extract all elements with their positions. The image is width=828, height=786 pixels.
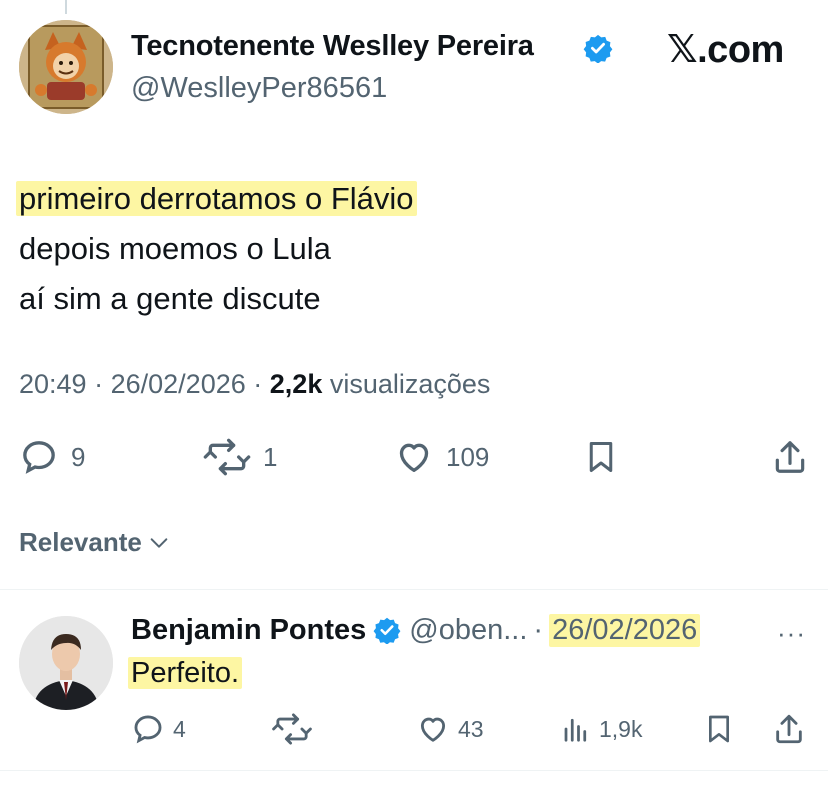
- divider: [0, 589, 828, 590]
- meta-separator: ·: [94, 369, 104, 399]
- reply-header: Benjamin Pontes @oben... · 26/02/2026: [131, 612, 701, 648]
- divider: [0, 770, 828, 771]
- reply-button[interactable]: 9: [19, 436, 85, 478]
- reply-action-bar: 4 43 1,9k: [0, 708, 828, 748]
- tweet-time[interactable]: 20:49: [19, 369, 87, 399]
- avatar-illustration-icon: [19, 20, 113, 114]
- watermark-domain: .com: [697, 29, 784, 71]
- repost-icon: [203, 438, 251, 476]
- more-icon[interactable]: ···: [777, 618, 806, 649]
- views-button[interactable]: 1,9k: [561, 708, 642, 750]
- author-name[interactable]: Tecnotenente Weslley Pereira: [131, 30, 534, 63]
- repost-button[interactable]: 1: [203, 436, 277, 478]
- tweet-action-bar: 9 1 109: [0, 436, 828, 478]
- tweet-line: depois moemos o Lula: [19, 231, 331, 266]
- repost-icon: [272, 713, 312, 745]
- like-button[interactable]: 109: [394, 436, 489, 478]
- like-icon: [399, 443, 429, 472]
- reply-count: 4: [173, 715, 186, 742]
- meta-separator: ·: [253, 369, 263, 399]
- like-count: 43: [458, 715, 484, 742]
- bookmark-icon: [709, 715, 729, 743]
- verified-badge-icon: [373, 617, 401, 644]
- tweet-text: primeiro derrotamos o Flávio depois moem…: [16, 174, 417, 324]
- views-icon: [564, 718, 587, 742]
- reply-button[interactable]: 4: [131, 708, 186, 750]
- reply-avatar-photo-icon: [19, 616, 113, 710]
- like-icon: [420, 717, 446, 742]
- repost-count: 1: [263, 441, 278, 472]
- reply-date[interactable]: 26/02/2026: [549, 613, 701, 647]
- views-count: 2,2k: [269, 369, 323, 399]
- avatar[interactable]: [19, 20, 113, 114]
- reply-author-name[interactable]: Benjamin Pontes: [131, 614, 366, 647]
- tweet-date[interactable]: 26/02/2026: [111, 369, 246, 399]
- x-watermark: 𝕏.com: [667, 27, 784, 72]
- share-icon: [775, 441, 805, 473]
- views-count: 1,9k: [599, 715, 643, 742]
- bookmark-button[interactable]: [583, 436, 619, 478]
- verified-badge-icon: [583, 34, 613, 63]
- author-handle[interactable]: @WeslleyPer86561: [131, 72, 387, 105]
- share-icon: [776, 714, 802, 744]
- reply-text: Perfeito.: [128, 653, 242, 693]
- bookmark-icon: [589, 442, 613, 472]
- reply-avatar[interactable]: [19, 616, 113, 710]
- meta-separator: ·: [533, 613, 544, 646]
- reply-text-highlighted: Perfeito.: [128, 657, 242, 689]
- thread-connector-line: [65, 0, 67, 14]
- tweet-line: aí sim a gente discute: [19, 281, 321, 316]
- reply-icon: [23, 441, 55, 474]
- chevron-down-icon: [150, 537, 168, 548]
- like-button[interactable]: 43: [416, 708, 484, 750]
- bookmark-button[interactable]: [703, 708, 735, 750]
- x-logo-icon: 𝕏: [667, 27, 698, 71]
- tweet-line-highlighted: primeiro derrotamos o Flávio: [16, 181, 417, 216]
- reply-icon: [134, 715, 162, 744]
- tweet-meta: 20:49 · 26/02/2026 · 2,2k visualizações: [19, 369, 490, 400]
- reply-author-handle[interactable]: @oben...: [409, 614, 527, 647]
- share-button[interactable]: [772, 708, 806, 750]
- repost-button[interactable]: [272, 708, 312, 750]
- views-label: visualizações: [329, 369, 491, 399]
- like-count: 109: [446, 441, 490, 472]
- reply-sort-selector[interactable]: Relevante: [19, 527, 170, 558]
- reply-count: 9: [71, 441, 86, 472]
- sort-label: Relevante: [19, 527, 142, 557]
- share-button[interactable]: [771, 436, 809, 478]
